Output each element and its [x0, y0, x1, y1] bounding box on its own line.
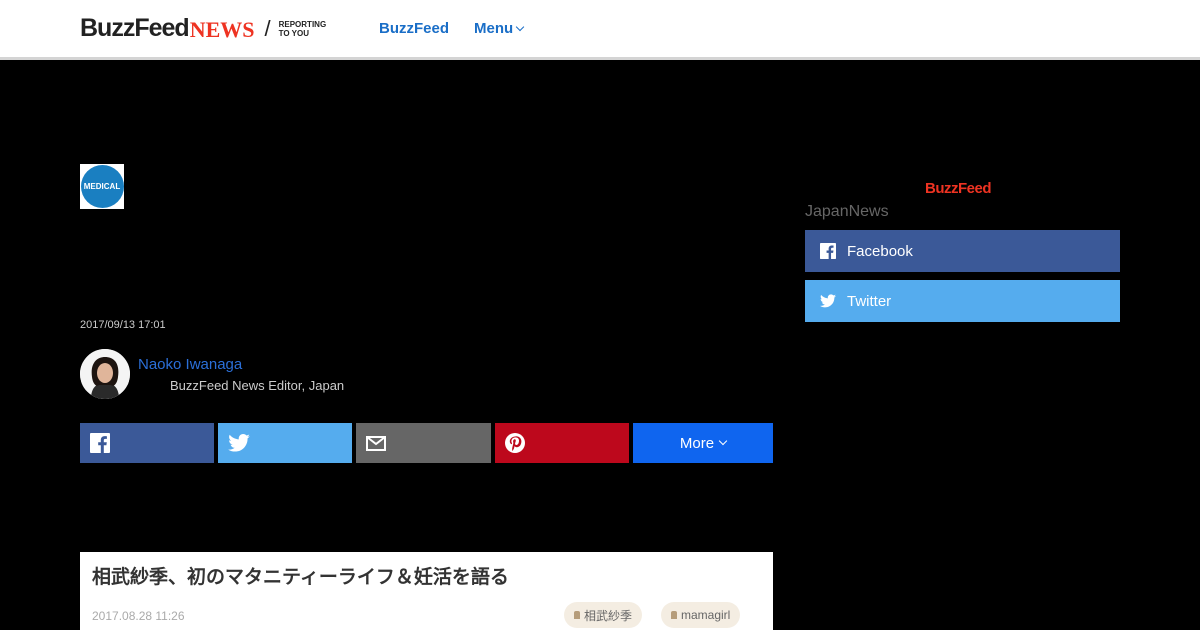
share-bar: More — [80, 423, 773, 463]
author-photo-icon — [80, 349, 130, 399]
embedded-tag-label: mamagirl — [681, 608, 731, 622]
sidebar-facebook-label: Facebook — [847, 242, 913, 260]
sidebar-subtitle: JapanNews — [805, 203, 889, 220]
sidebar-buzzfeed-logo: BuzzFeed — [925, 180, 992, 197]
pinterest-icon — [505, 433, 525, 453]
author-avatar[interactable] — [80, 349, 130, 399]
embedded-tag-label: 相武紗季 — [584, 608, 633, 623]
chevron-down-icon — [515, 22, 525, 32]
chevron-down-icon — [718, 436, 728, 446]
facebook-icon — [90, 433, 110, 453]
publish-date: 2017/09/13 17:01 — [80, 319, 166, 331]
facebook-icon — [820, 243, 836, 259]
category-badge[interactable]: MEDICAL — [80, 164, 124, 209]
share-more-label: More — [679, 434, 715, 452]
embedded-article-date: 2017.08.28 11:26 — [92, 609, 185, 623]
twitter-icon — [228, 434, 250, 452]
book-icon — [671, 611, 677, 619]
nav-menu-label: Menu — [474, 20, 514, 37]
twitter-icon — [820, 294, 836, 308]
embedded-article-card[interactable]: 相武紗季、初のマタニティーライフ＆妊活を語る 2017.08.28 11:26 … — [80, 552, 773, 630]
nav-menu-button[interactable]: Menu — [474, 20, 525, 37]
author-name-link[interactable]: Naoko Iwanaga — [138, 356, 242, 373]
share-more-button[interactable]: More — [633, 423, 773, 463]
top-nav-bar: BuzzFeed NEWS / REPORTING TO YOU BuzzFee… — [0, 0, 1200, 60]
sidebar-twitter-button[interactable]: Twitter — [805, 280, 1120, 322]
share-pinterest-button[interactable] — [495, 423, 629, 463]
logo-slash: / — [264, 15, 271, 41]
embedded-article-title: 相武紗季、初のマタニティーライフ＆妊活を語る — [92, 567, 509, 588]
mail-icon — [366, 435, 386, 451]
embedded-tag[interactable]: 相武紗季 — [564, 602, 643, 628]
logo-tagline: REPORTING TO YOU — [278, 19, 327, 38]
share-email-button[interactable] — [356, 423, 491, 463]
sidebar-twitter-label: Twitter — [847, 292, 892, 310]
person-icon — [574, 611, 580, 619]
logo-news-text: NEWS — [189, 17, 255, 42]
buzzfeed-news-logo[interactable]: BuzzFeed NEWS / REPORTING TO YOU — [80, 14, 335, 43]
sidebar-facebook-button[interactable]: Facebook — [805, 230, 1120, 272]
nav-buzzfeed-link[interactable]: BuzzFeed — [379, 20, 449, 37]
author-title: BuzzFeed News Editor, Japan — [170, 378, 345, 393]
share-twitter-button[interactable] — [218, 423, 352, 463]
share-facebook-button[interactable] — [80, 423, 214, 463]
logo-buzzfeed-text: BuzzFeed — [80, 14, 190, 42]
medical-badge-circle: MEDICAL — [80, 165, 124, 208]
embedded-tag[interactable]: mamagirl — [661, 602, 741, 628]
